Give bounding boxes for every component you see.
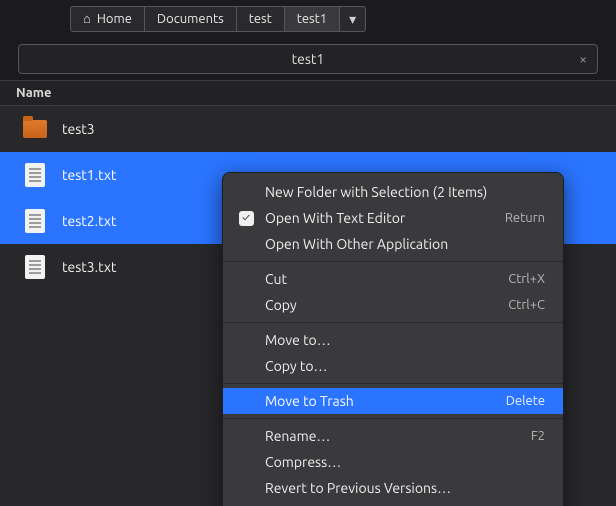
breadcrumb-home-label: Home bbox=[97, 12, 132, 26]
file-name: test3 bbox=[62, 121, 95, 137]
menu-separator bbox=[223, 322, 563, 323]
breadcrumb-segment-label: Documents bbox=[157, 12, 224, 26]
checkbox-icon: ✓ bbox=[237, 209, 255, 227]
menu-item-label: New Folder with Selection (2 Items) bbox=[265, 184, 487, 200]
menu-item-send-to[interactable]: Send to… bbox=[223, 501, 563, 506]
menu-item-label: Compress… bbox=[265, 454, 341, 470]
menu-item-label: Copy bbox=[265, 297, 297, 313]
file-name: test1.txt bbox=[62, 167, 116, 183]
menu-item-label: Revert to Previous Versions… bbox=[265, 480, 451, 496]
menu-item-new-folder-with-selection[interactable]: New Folder with Selection (2 Items) bbox=[223, 179, 563, 205]
text-file-icon bbox=[22, 254, 48, 280]
folder-icon bbox=[22, 116, 48, 142]
menu-item-label: Move to… bbox=[265, 332, 331, 348]
breadcrumb-dropdown-button[interactable]: ▾ bbox=[340, 6, 366, 32]
home-icon: ⌂ bbox=[83, 13, 91, 26]
location-input[interactable]: test1 × bbox=[18, 44, 598, 74]
text-file-icon bbox=[22, 162, 48, 188]
menu-item-copy-to[interactable]: Copy to… bbox=[223, 353, 563, 379]
location-value: test1 bbox=[292, 51, 325, 67]
context-menu: New Folder with Selection (2 Items) ✓ Op… bbox=[222, 172, 564, 506]
menu-item-label: Copy to… bbox=[265, 358, 327, 374]
menu-item-accel: Ctrl+C bbox=[508, 298, 545, 312]
menu-item-label: Cut bbox=[265, 271, 287, 287]
breadcrumb-home[interactable]: ⌂ Home bbox=[70, 6, 145, 32]
menu-item-accel: Delete bbox=[506, 394, 545, 408]
breadcrumb-segment-label: test1 bbox=[297, 12, 327, 26]
menu-item-cut[interactable]: Cut Ctrl+X bbox=[223, 266, 563, 292]
text-file-icon bbox=[22, 208, 48, 234]
list-item[interactable]: test3 bbox=[0, 106, 616, 152]
breadcrumb: ⌂ Home Documents test test1 ▾ bbox=[0, 0, 616, 38]
menu-item-rename[interactable]: Rename… F2 bbox=[223, 423, 563, 449]
breadcrumb-segment-current[interactable]: test1 bbox=[285, 6, 340, 32]
menu-item-label: Move to Trash bbox=[265, 393, 354, 409]
menu-item-accel: Ctrl+X bbox=[508, 272, 545, 286]
breadcrumb-segment-label: test bbox=[249, 12, 272, 26]
file-name: test2.txt bbox=[62, 213, 116, 229]
menu-separator bbox=[223, 261, 563, 262]
menu-item-label: Rename… bbox=[265, 428, 330, 444]
file-name: test3.txt bbox=[62, 259, 116, 275]
menu-item-label: Open With Other Application bbox=[265, 236, 448, 252]
menu-item-compress[interactable]: Compress… bbox=[223, 449, 563, 475]
column-header-label: Name bbox=[16, 86, 51, 100]
chevron-down-icon: ▾ bbox=[349, 11, 356, 28]
menu-item-move-to-trash[interactable]: Move to Trash Delete bbox=[223, 388, 563, 414]
menu-item-accel: F2 bbox=[531, 429, 545, 443]
menu-separator bbox=[223, 418, 563, 419]
column-header-name[interactable]: Name bbox=[0, 80, 616, 106]
menu-item-copy[interactable]: Copy Ctrl+C bbox=[223, 292, 563, 318]
menu-item-move-to[interactable]: Move to… bbox=[223, 327, 563, 353]
menu-item-revert-to-previous-versions[interactable]: Revert to Previous Versions… bbox=[223, 475, 563, 501]
menu-item-open-with-text-editor[interactable]: ✓ Open With Text Editor Return bbox=[223, 205, 563, 231]
breadcrumb-segment-documents[interactable]: Documents bbox=[145, 6, 237, 32]
menu-item-open-with-other-application[interactable]: Open With Other Application bbox=[223, 231, 563, 257]
breadcrumb-segment-test[interactable]: test bbox=[237, 6, 285, 32]
menu-separator bbox=[223, 383, 563, 384]
clear-icon[interactable]: × bbox=[579, 51, 587, 67]
menu-item-label: Open With Text Editor bbox=[265, 210, 405, 226]
menu-item-accel: Return bbox=[505, 211, 545, 225]
